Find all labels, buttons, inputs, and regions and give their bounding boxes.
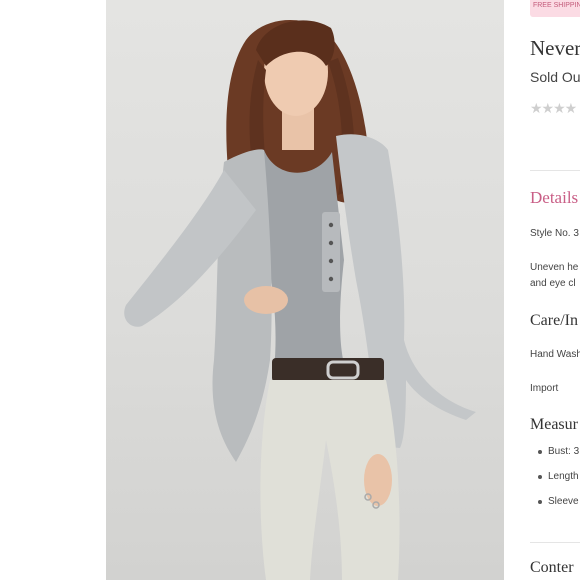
measurement-length: Length <box>538 469 579 494</box>
measurement-bust: Bust: 3 <box>538 444 579 469</box>
description-line-2: and eye cl <box>530 278 576 289</box>
care-origin: Import <box>530 383 559 394</box>
details-heading[interactable]: Details <box>530 188 578 208</box>
style-number: Style No. 3 <box>530 228 579 239</box>
care-heading[interactable]: Care/In <box>530 312 578 330</box>
measurements-list: Bust: 3 Length Sleeve <box>538 444 579 519</box>
stock-status: Sold Ou <box>530 69 580 85</box>
rating-stars[interactable]: ★★★★ <box>530 100 577 117</box>
divider <box>530 542 580 543</box>
measurements-heading[interactable]: Measur <box>530 416 578 434</box>
description-line-1: Uneven he <box>530 262 579 273</box>
product-title: Never <box>530 36 580 60</box>
promo-banner[interactable]: FREE SHIPPING <box>530 0 580 17</box>
measurement-sleeve: Sleeve <box>538 494 579 519</box>
contents-heading[interactable]: Conter <box>530 559 574 577</box>
model-illustration <box>124 20 476 580</box>
product-info-panel: FREE SHIPPING Never Sold Ou ★★★★ Details… <box>504 0 580 580</box>
product-photo[interactable] <box>106 0 504 580</box>
divider <box>530 170 580 171</box>
care-wash: Hand Wash <box>530 349 580 360</box>
